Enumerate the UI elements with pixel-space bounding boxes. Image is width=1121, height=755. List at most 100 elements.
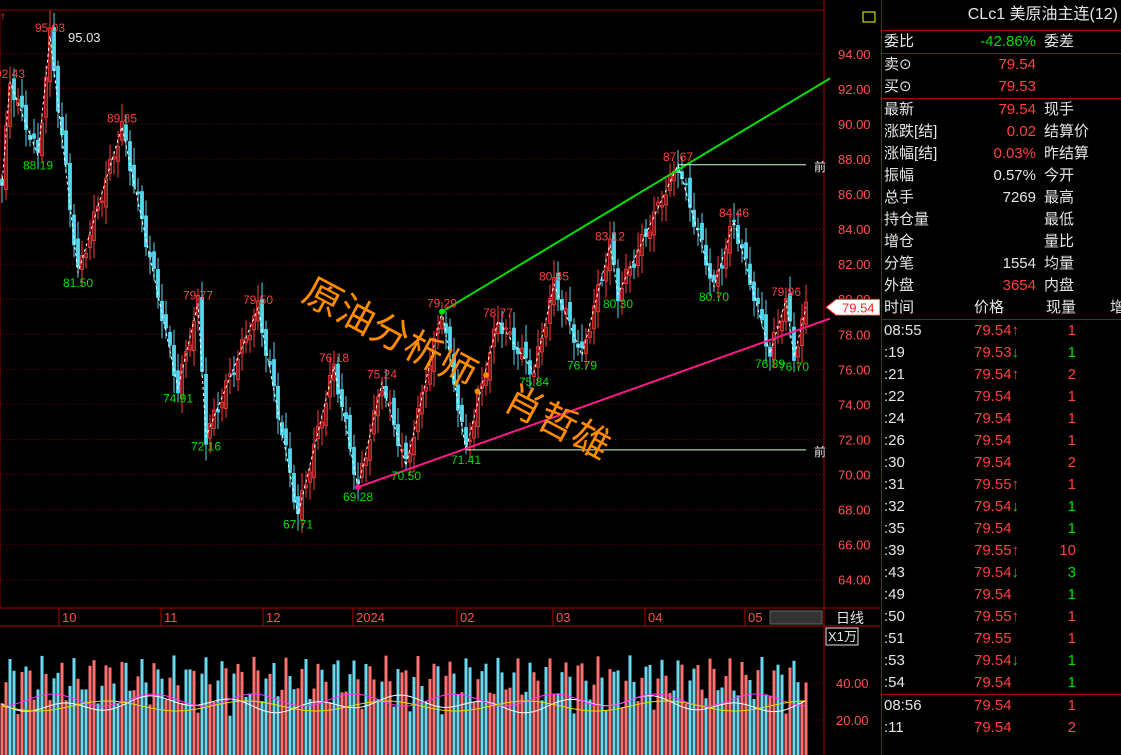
- volume-bar: [100, 685, 104, 755]
- candle-body: [688, 177, 692, 208]
- volume-bar: [80, 689, 84, 755]
- volume-bar: [768, 695, 772, 755]
- instrument-title: CLc1 美原油主连(12): [882, 0, 1121, 31]
- tick-row: :51 79.55 1: [882, 628, 1121, 650]
- volume-bar: [84, 689, 88, 755]
- arrow-down-icon: ↓: [1011, 498, 1020, 515]
- quote-row: 最新 79.54 现手: [882, 99, 1121, 121]
- tick-volume: 1: [1067, 630, 1076, 647]
- volume-bar: [656, 678, 660, 755]
- volume-bar: [224, 668, 228, 755]
- volume-bar: [192, 670, 196, 755]
- candle-body: [600, 279, 604, 282]
- candlestick-chart[interactable]: 前前 92.4395.0388.1989.8581.5079.7774.9179…: [0, 0, 880, 755]
- quote-label-right: 均量: [1044, 255, 1075, 272]
- candle-body: [684, 183, 688, 186]
- candle-body: [284, 428, 288, 446]
- volume-bar: [196, 712, 200, 755]
- volume-bar: [308, 698, 312, 755]
- pivot-label: 80.30: [603, 297, 633, 311]
- volume-bar: [672, 690, 676, 755]
- quote-value: 79.53: [998, 78, 1036, 95]
- tick-volume: 1: [1067, 652, 1076, 669]
- volume-bar: [436, 666, 440, 755]
- quote-row: 买⊙ 79.53: [882, 76, 1121, 99]
- tick-price: 79.54↓: [974, 564, 1020, 581]
- volume-bar: [300, 668, 304, 755]
- candle-body: [268, 361, 272, 365]
- tick-price: 79.54: [974, 410, 1012, 427]
- volume-bar: [88, 665, 92, 755]
- volume-bar: [472, 702, 476, 755]
- volume-bar: [580, 663, 584, 755]
- volume-bar: [244, 696, 248, 755]
- candle-body: [524, 341, 528, 359]
- pivot-label: 79.96: [771, 285, 801, 299]
- volume-tick-label: 20.00: [836, 713, 869, 728]
- quote-label-right: 内盘: [1044, 277, 1075, 294]
- tick-header-extra: 增: [1110, 297, 1121, 319]
- candle-body: [344, 412, 348, 420]
- price-tick-label: 82.00: [838, 257, 871, 272]
- pivot-label: 89.85: [107, 112, 137, 126]
- volume-bar: [412, 677, 416, 755]
- price-tick-label: 86.00: [838, 187, 871, 202]
- candle-body: [720, 265, 724, 269]
- tick-time: :32: [884, 498, 905, 515]
- volume-bar: [796, 682, 800, 755]
- quote-label: 外盘: [884, 277, 915, 294]
- arrow-down-icon: ↓: [1011, 564, 1020, 581]
- volume-bar: [140, 659, 144, 755]
- pivot-label: 83.12: [595, 230, 625, 244]
- volume-bar: [764, 694, 768, 755]
- volume-bar: [248, 693, 252, 755]
- volume-bar: [60, 662, 64, 755]
- horizontal-line-label: 前: [814, 444, 826, 459]
- pivot-label: 70.50: [391, 469, 421, 483]
- volume-bar: [468, 667, 472, 755]
- volume-bar: [692, 668, 696, 755]
- last-price-label: 79.54: [842, 300, 875, 315]
- tick-time: 08:56: [884, 697, 922, 714]
- volume-bar: [744, 674, 748, 755]
- volume-bar: [240, 671, 244, 755]
- quote-label: 增仓: [884, 233, 915, 250]
- volume-bar: [748, 679, 752, 755]
- volume-bar: [12, 670, 16, 755]
- volume-bar: [588, 699, 592, 755]
- volume-bar: [108, 667, 112, 755]
- quote-value: 0.03%: [993, 145, 1036, 162]
- volume-bar: [700, 689, 704, 755]
- volume-bar: [284, 657, 288, 755]
- volume-bar: [340, 692, 344, 755]
- quote-label-right: 量比: [1044, 233, 1075, 250]
- volume-bar: [312, 688, 316, 755]
- tick-header: 时间 价格 现量 增: [882, 297, 1121, 320]
- volume-bar: [396, 669, 400, 755]
- volume-bar: [136, 676, 140, 755]
- candle-body: [164, 314, 168, 329]
- volume-bar: [660, 659, 664, 755]
- volume-bar: [484, 663, 488, 755]
- volume-bar: [420, 685, 424, 755]
- price-tick-label: 90.00: [838, 117, 871, 132]
- volume-bar: [92, 660, 96, 755]
- volume-bar: [384, 655, 388, 755]
- quote-row: 增仓 量比: [882, 231, 1121, 253]
- time-tick-label: 10: [62, 610, 76, 625]
- quote-row: 总手 7269 最高: [882, 187, 1121, 209]
- volume-bar: [708, 658, 712, 755]
- tick-volume: 2: [1067, 454, 1076, 471]
- volume-bar: [380, 681, 384, 755]
- volume-bar: [172, 655, 176, 755]
- pivot-label: 79.77: [183, 288, 213, 302]
- candle-body: [512, 327, 516, 350]
- volume-tick-label: 40.00: [836, 676, 869, 691]
- volume-bar: [676, 660, 680, 755]
- tick-list[interactable]: 08:55 79.54↑ 1:19 79.53↓ 1:21 79.54↑ 2:22 79.54…: [882, 320, 1121, 739]
- candle-body: [732, 219, 736, 223]
- quote-label: 涨跌[结]: [884, 123, 938, 140]
- volume-bar: [360, 708, 364, 755]
- volume-bar: [496, 657, 500, 755]
- pivot-label: 84.46: [719, 206, 749, 220]
